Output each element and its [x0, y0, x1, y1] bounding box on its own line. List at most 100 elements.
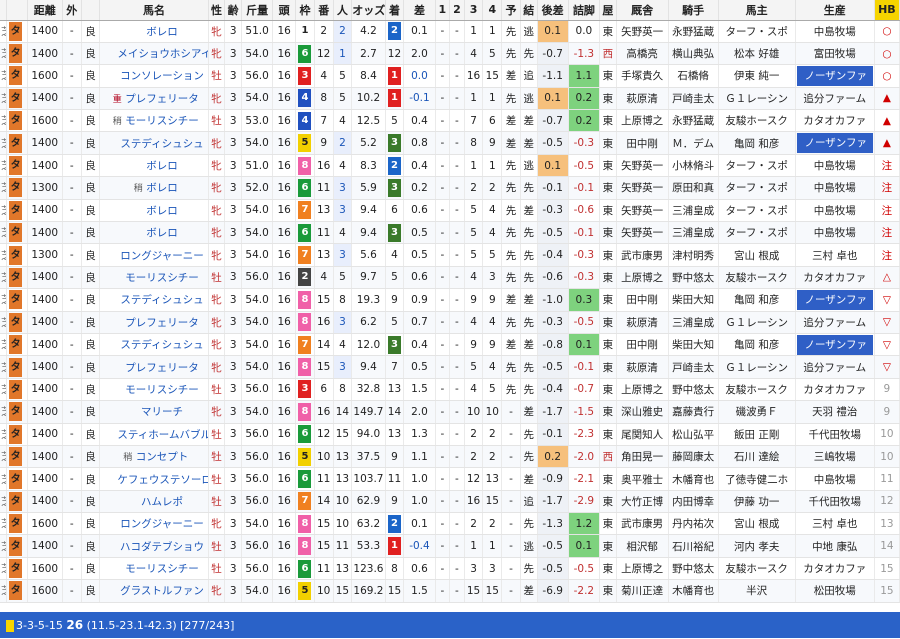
table-row[interactable]: 芝タ1600-良コンソレーション牡356.0163458.410.0--1615…: [0, 64, 900, 88]
horse-name-link[interactable]: モーリスシチー: [125, 563, 199, 575]
breeder[interactable]: 千代田牧場: [795, 423, 875, 446]
owner[interactable]: 亀岡 和彦: [718, 288, 796, 312]
breeder[interactable]: 富田牧場: [795, 42, 875, 66]
table-row[interactable]: 芝タ1400-良ケフェウステソーロ牡356.01661113103.7111.0…: [0, 467, 900, 491]
trainer[interactable]: 角田晃一: [616, 445, 669, 469]
horse-name[interactable]: モーリスシチー: [99, 557, 209, 581]
trainer[interactable]: 矢野英一: [616, 20, 669, 43]
trainer[interactable]: 菊川正達: [616, 579, 669, 603]
breeder[interactable]: ノーザンファ: [795, 131, 875, 155]
horse-name-link[interactable]: ボレロ: [146, 227, 178, 239]
owner[interactable]: 友駿ホースク: [718, 378, 796, 402]
column-header[interactable]: [81, 0, 101, 21]
trainer[interactable]: 奥平雅士: [616, 467, 669, 491]
owner[interactable]: 石川 達絵: [718, 445, 796, 469]
breeder[interactable]: ノーザンファ: [795, 333, 875, 357]
horse-name[interactable]: ケフェウステソーロ: [99, 467, 209, 491]
breeder[interactable]: 追分ファーム: [795, 87, 875, 111]
table-row[interactable]: 芝タ1400-良ボレロ牝354.01661149.430.5--54先先-0.5…: [0, 221, 900, 245]
column-header[interactable]: 厩舎: [616, 0, 669, 21]
breeder[interactable]: 追分ファーム: [795, 355, 875, 379]
breeder[interactable]: カタオカファ: [795, 266, 875, 290]
owner[interactable]: 磯波勇Ｆ: [718, 400, 796, 424]
owner[interactable]: ターフ・スポ: [718, 20, 796, 43]
column-header[interactable]: [6, 0, 28, 21]
jockey[interactable]: 小林脩斗: [668, 154, 719, 178]
owner[interactable]: ターフ・スポ: [718, 199, 796, 223]
owner[interactable]: 了徳寺健二ホ: [718, 467, 796, 491]
horse-name-link[interactable]: モーリスシチー: [125, 115, 199, 127]
horse-name-link[interactable]: ハコダテブショウ: [120, 541, 204, 553]
trainer[interactable]: 武市康男: [616, 243, 669, 267]
horse-name[interactable]: マリーチ: [99, 400, 209, 424]
column-header[interactable]: 1: [435, 0, 451, 21]
horse-name-link[interactable]: ケフェウステソーロ: [117, 474, 207, 486]
table-row[interactable]: 芝タ1400-良ステディシュシュ牝354.016714412.030.4--99…: [0, 333, 900, 357]
owner[interactable]: ターフ・スポ: [718, 154, 796, 178]
horse-name[interactable]: 稍ボレロ: [99, 176, 209, 200]
trainer[interactable]: 上原博之: [616, 109, 669, 133]
column-header[interactable]: 予: [501, 0, 521, 21]
owner[interactable]: 友駿ホースク: [718, 557, 796, 581]
table-row[interactable]: 芝タ1400-良マリーチ牝354.01681614149.7142.0--101…: [0, 400, 900, 424]
breeder[interactable]: カタオカファ: [795, 557, 875, 581]
horse-name[interactable]: プレフェリータ: [99, 355, 209, 379]
table-row[interactable]: 芝タ1400-良メイショウホシアイ牝354.01661212.7122.0--4…: [0, 42, 900, 66]
horse-name[interactable]: ステディシュシュ: [99, 288, 209, 312]
jockey[interactable]: 柴田大知: [668, 288, 719, 312]
horse-name[interactable]: 稍モーリスシチー: [99, 109, 209, 133]
horse-name[interactable]: ハムレポ: [99, 490, 209, 514]
table-row[interactable]: 芝タ1300-良ロングジャーニー牝354.01671335.640.5--55先…: [0, 243, 900, 267]
jockey[interactable]: 木幡育也: [668, 579, 719, 603]
table-row[interactable]: 芝タ1400-良重プレフェリータ牝354.01648510.21-0.1--11…: [0, 87, 900, 111]
column-header[interactable]: 結: [520, 0, 538, 21]
horse-name[interactable]: ハコダテブショウ: [99, 534, 209, 558]
column-header[interactable]: 詰脚: [568, 0, 600, 21]
jockey[interactable]: 藤岡康太: [668, 445, 719, 469]
owner[interactable]: 河内 孝夫: [718, 534, 796, 558]
horse-name-link[interactable]: ハムレポ: [141, 496, 183, 508]
horse-name-link[interactable]: プレフェリータ: [125, 362, 199, 374]
breeder[interactable]: 天羽 禮治: [795, 400, 875, 424]
column-header[interactable]: 外: [62, 0, 82, 21]
table-row[interactable]: 芝タ1400-良ボレロ牝354.01671339.460.6--54先差-0.3…: [0, 199, 900, 223]
breeder[interactable]: 中島牧場: [795, 221, 875, 245]
owner[interactable]: 伊東 純一: [718, 64, 796, 88]
table-row[interactable]: 芝タ1400-良モーリスシチー牡356.0162459.750.6--43先先-…: [0, 266, 900, 290]
jockey[interactable]: 永野猛蔵: [668, 109, 719, 133]
jockey[interactable]: 内田博幸: [668, 490, 719, 514]
horse-name[interactable]: 重プレフェリータ: [99, 87, 209, 111]
column-header[interactable]: 斤量: [241, 0, 274, 21]
trainer[interactable]: 手塚貴久: [616, 64, 669, 88]
horse-name[interactable]: ロングジャーニー: [99, 512, 209, 536]
column-header[interactable]: 騎手: [668, 0, 719, 21]
breeder[interactable]: 中島牧場: [795, 20, 875, 43]
owner[interactable]: Ｇ１レーシン: [718, 355, 796, 379]
column-header[interactable]: 性: [208, 0, 226, 21]
owner[interactable]: 亀岡 和彦: [718, 333, 796, 357]
breeder[interactable]: カタオカファ: [795, 378, 875, 402]
horse-name[interactable]: メイショウホシアイ: [99, 42, 209, 66]
horse-name[interactable]: ボレロ: [99, 154, 209, 178]
table-row[interactable]: 芝タ1600-良グラストルファン牝354.01651015169.2151.5-…: [0, 579, 900, 603]
horse-name-link[interactable]: ボレロ: [146, 182, 178, 194]
table-row[interactable]: 芝タ1600-良モーリスシチー牡356.01661113123.680.6--3…: [0, 557, 900, 581]
column-header[interactable]: 馬名: [99, 0, 209, 21]
horse-name-link[interactable]: マリーチ: [141, 406, 183, 418]
column-header[interactable]: 差: [403, 0, 436, 21]
trainer[interactable]: 矢野英一: [616, 176, 669, 200]
jockey[interactable]: Ｍ．デム: [668, 131, 719, 155]
breeder[interactable]: ノーザンファ: [795, 288, 875, 312]
trainer[interactable]: 相沢郁: [616, 534, 669, 558]
table-row[interactable]: 芝タ1400-良ボレロ牝351.01681648.320.4--11先逃0.1-…: [0, 154, 900, 178]
column-header[interactable]: 屋: [599, 0, 617, 21]
jockey[interactable]: 野中悠太: [668, 378, 719, 402]
breeder[interactable]: 中島牧場: [795, 199, 875, 223]
owner[interactable]: 友駿ホースク: [718, 109, 796, 133]
jockey[interactable]: 三浦皇成: [668, 311, 719, 334]
table-row[interactable]: 芝タ1600-良稍モーリスシチー牡353.01647412.550.4--76差…: [0, 109, 900, 133]
horse-name[interactable]: ステディシュシュ: [99, 131, 209, 155]
owner[interactable]: 宮山 根成: [718, 512, 796, 536]
table-row[interactable]: 芝タ1400-良モーリスシチー牡356.01636832.8131.5--45先…: [0, 378, 900, 402]
column-header[interactable]: 距離: [27, 0, 63, 21]
